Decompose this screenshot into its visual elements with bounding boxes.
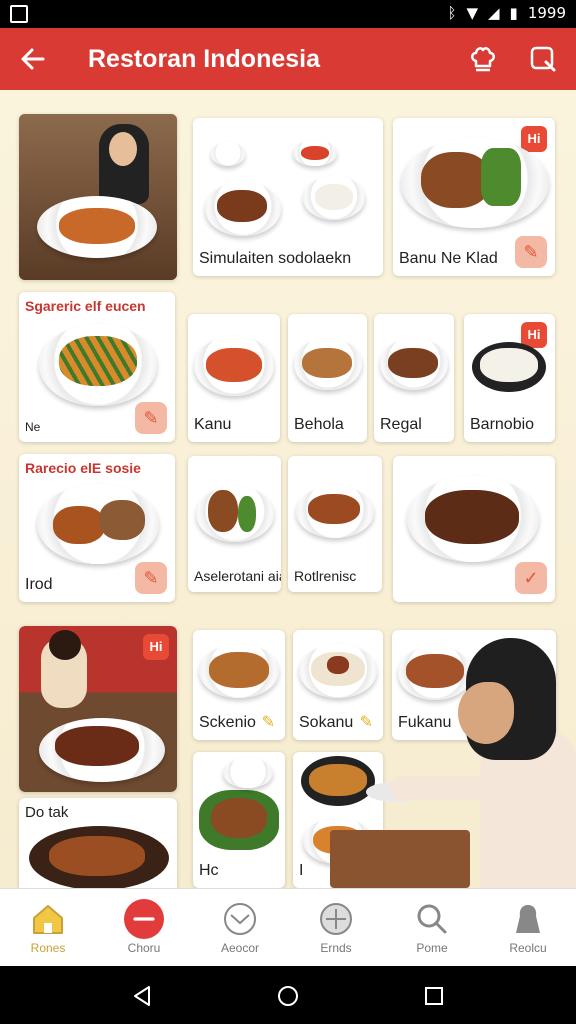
food-card-label: Kanu [194,416,232,433]
nav-item-menu[interactable]: Choru [96,889,192,966]
food-card-16[interactable]: Hc [193,752,285,888]
chef-hat-icon [471,47,495,72]
food-card-label: Behola [294,416,344,433]
food-card-label: Irod [25,576,53,593]
back-button[interactable] [18,44,48,74]
back-triangle-icon[interactable] [130,984,154,1008]
nav-label: Rones [30,941,66,955]
food-card-9[interactable]: Aselerotani aia [188,456,281,592]
settings-icon [320,903,352,935]
wifi-icon: ▼ [466,4,478,22]
recents-square-icon[interactable] [422,984,446,1008]
food-card-7[interactable]: Hi Barnobio [464,314,555,442]
food-card-label: I [299,862,304,879]
food-card-2[interactable]: Hi Banu Ne Klad ✎ [393,118,555,276]
home-icon [33,905,63,934]
bottom-navigation: Rones Choru Aeocor Ernds Pome Reolcu [0,888,576,966]
food-card-6[interactable]: Regal [374,314,454,442]
nav-label: Pome [416,941,448,955]
restaurant-photo [19,114,177,280]
badge: Hi [521,126,547,152]
nav-item-settings[interactable]: Ernds [288,889,384,966]
app-bar: Restoran Indonesia [0,28,576,90]
edit-icon[interactable]: ✎ [262,712,275,732]
food-card-heading: Rarecio elE sosie [25,460,141,476]
nav-item-offers[interactable]: Aeocor [192,889,288,966]
food-card-8[interactable]: Rarecio elE sosie Irod ✎ [19,454,175,602]
food-card-3[interactable]: Sgareric elf eucen Ne ✎ [19,292,175,442]
food-card-heading: Sgareric elf eucen [25,298,146,314]
nav-label: Reolcu [509,941,547,955]
food-card-15[interactable]: Do tak [19,798,177,888]
signal-icon: ◢ [488,4,500,22]
waitress-illustration [330,630,576,888]
nav-item-search[interactable]: Pome [384,889,480,966]
menu-icon [124,899,164,939]
food-grid: Simulaiten sodolaekn Hi Banu Ne Klad ✎ S… [0,90,576,888]
profile-icon [516,905,540,933]
food-card-label: Regal [380,416,422,433]
food-card-10[interactable]: Rotlrenisc [288,456,382,592]
clock: 1999 [527,4,566,22]
food-card-11[interactable]: ✓ [393,456,555,602]
system-navigation-bar [0,966,576,1024]
food-card-diner-photo[interactable]: Hi [19,626,177,792]
food-card-heading: Do tak [25,804,69,821]
search-button[interactable] [528,44,558,74]
like-icon[interactable]: ✎ [515,236,547,268]
arrow-left-icon [21,48,45,70]
nav-label: Choru [127,941,161,955]
page-title: Restoran Indonesia [88,45,320,73]
food-card-label: Aselerotani aia [194,568,281,584]
search-icon [417,904,447,934]
food-card-1[interactable]: Simulaiten sodolaekn [193,118,383,276]
nav-item-home[interactable]: Rones [0,889,96,966]
badge: Hi [143,634,169,660]
like-icon[interactable]: ✎ [135,562,167,594]
home-circle-icon[interactable] [276,984,300,1008]
battery-icon: ▮ [509,4,518,22]
offers-icon [224,903,256,935]
food-card-label: Hc [199,862,219,879]
food-card-label: Simulaiten sodolaekn [199,250,352,267]
nav-label: Ernds [320,941,352,955]
like-icon[interactable]: ✎ [135,402,167,434]
food-card-label: Rotlrenisc [294,568,357,584]
food-card-restaurant-photo[interactable] [19,114,177,280]
food-card-12[interactable]: Sckenio ✎ [193,630,285,740]
food-card-4[interactable]: Kanu [188,314,280,442]
bluetooth-icon: ᛒ [447,4,457,22]
food-card-5[interactable]: Behola [288,314,367,442]
food-card-label: Ne [25,420,41,434]
chef-button[interactable] [468,44,498,74]
search-icon [530,46,556,72]
food-card-label: Barnobio [470,416,535,433]
nav-item-profile[interactable]: Reolcu [480,889,576,966]
like-icon[interactable]: ✓ [515,562,547,594]
nav-label: Aeocor [220,941,260,955]
food-card-label: Sckenio [199,714,256,731]
notification-icon [10,5,28,23]
status-bar: ᛒ ▼ ◢ ▮ 1999 [0,0,576,28]
food-card-label: Banu Ne Klad [399,250,498,267]
